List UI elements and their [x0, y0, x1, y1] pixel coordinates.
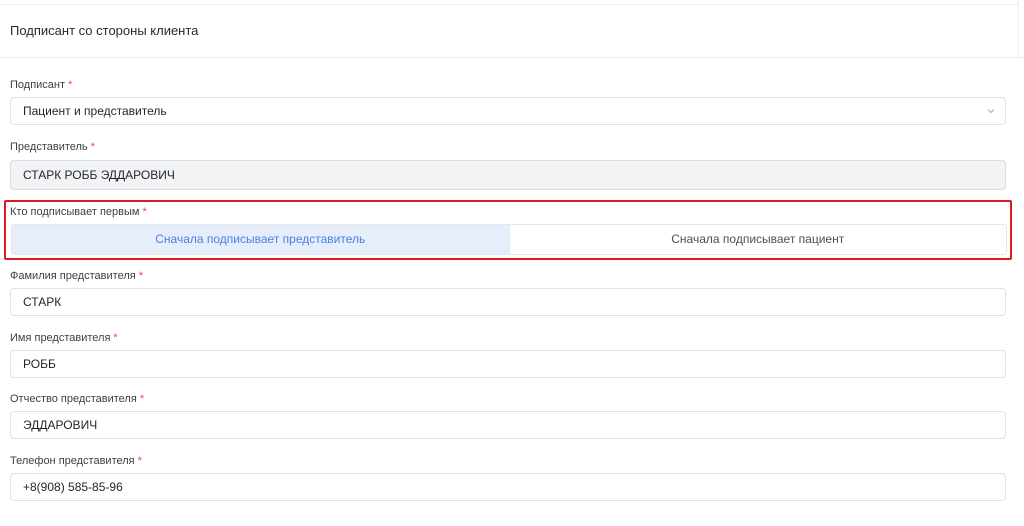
rep-patronymic-value: ЭДДАРОВИЧ — [23, 418, 98, 432]
required-mark: * — [137, 455, 142, 467]
required-mark: * — [68, 79, 73, 91]
signer-select-value: Пациент и представитель — [23, 104, 167, 118]
option-patient-first[interactable]: Сначала подписывает пациент — [508, 225, 1007, 254]
chevron-down-icon — [987, 109, 995, 114]
rep-patronymic-label-text: Отчество представителя — [10, 393, 137, 405]
right-border — [1018, 0, 1019, 60]
rep-patronymic-label: Отчество представителя * — [10, 393, 144, 405]
who-signs-first-toggle[interactable]: Сначала подписывает представитель Сначал… — [11, 224, 1007, 255]
required-mark: * — [113, 332, 118, 344]
required-mark: * — [138, 270, 143, 282]
rep-phone-input[interactable]: +8(908) 585-85-96 — [10, 473, 1006, 501]
signer-select[interactable]: Пациент и представитель — [10, 97, 1006, 125]
rep-first-name-label: Имя представителя * — [10, 332, 118, 344]
rep-first-name-value: РОББ — [23, 357, 56, 371]
rep-phone-label-text: Телефон представителя — [10, 455, 135, 467]
representative-field[interactable]: СТАРК РОББ ЭДДАРОВИЧ — [10, 160, 1006, 190]
rep-phone-label: Телефон представителя * — [10, 455, 142, 467]
rep-phone-value: +8(908) 585-85-96 — [23, 480, 123, 494]
required-mark: * — [90, 141, 95, 153]
signer-label: Подписант * — [10, 79, 72, 91]
representative-label-text: Представитель — [10, 141, 88, 153]
who-signs-first-label-text: Кто подписывает первым — [10, 206, 140, 218]
rep-first-name-input[interactable]: РОББ — [10, 350, 1006, 378]
representative-value: СТАРК РОББ ЭДДАРОВИЧ — [23, 168, 175, 182]
required-mark: * — [142, 206, 147, 218]
rep-last-name-value: СТАРК — [23, 295, 62, 309]
rep-last-name-label: Фамилия представителя * — [10, 270, 143, 282]
rep-last-name-input[interactable]: СТАРК — [10, 288, 1006, 316]
required-mark: * — [139, 393, 145, 405]
option-representative-first[interactable]: Сначала подписывает представитель — [12, 225, 509, 254]
top-border — [0, 4, 1018, 5]
who-signs-first-label: Кто подписывает первым * — [10, 206, 147, 218]
signer-label-text: Подписант — [10, 79, 66, 91]
section-title: Подписант со стороны клиента — [10, 23, 199, 38]
rep-last-name-label-text: Фамилия представителя — [10, 270, 136, 282]
representative-label: Представитель * — [10, 141, 95, 153]
rep-patronymic-input[interactable]: ЭДДАРОВИЧ — [10, 411, 1006, 439]
rep-first-name-label-text: Имя представителя — [10, 332, 111, 344]
section-divider — [0, 57, 1024, 58]
